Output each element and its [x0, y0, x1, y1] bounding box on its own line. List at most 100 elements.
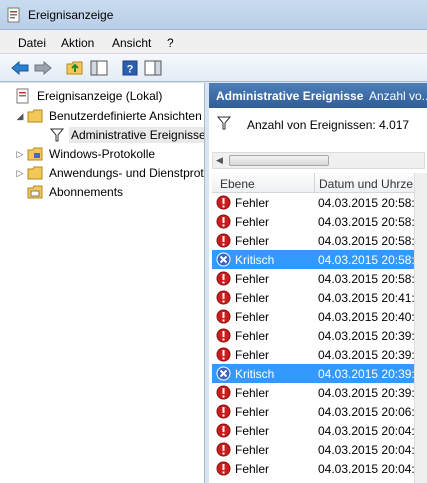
expand-triangle-icon[interactable]: ▷ [14, 168, 26, 179]
table-row[interactable]: Fehler 04.03.2015 20:58:1 [212, 269, 422, 288]
error-icon [216, 347, 231, 362]
error-icon [216, 423, 231, 438]
grid-header: Ebene Datum und Uhrze [212, 173, 427, 193]
event-datetime: 04.03.2015 20:04:3 [318, 424, 422, 438]
event-datetime: 04.03.2015 20:04:3 [318, 443, 422, 457]
tree-label: Benutzerdefinierte Ansichten [49, 109, 202, 123]
tree-item-subscriptions[interactable]: Abonnements [14, 183, 125, 201]
event-level: Fehler [235, 386, 270, 400]
folder-icon [26, 146, 44, 162]
subscriptions-icon [26, 184, 44, 200]
event-level: Kritisch [235, 367, 275, 381]
scroll-left-icon[interactable]: ◀ [216, 155, 223, 166]
event-level: Kritisch [235, 253, 275, 267]
event-level: Fehler [235, 215, 270, 229]
menu-bar: Datei Aktion Ansicht ? [0, 30, 427, 54]
table-row[interactable]: Kritisch 04.03.2015 20:39:4 [212, 364, 422, 383]
error-icon [216, 233, 231, 248]
error-icon [216, 309, 231, 324]
tree-item-app-service-logs[interactable]: ▷ Anwendungs- und Dienstprotokolle [14, 164, 204, 182]
tree-item-root[interactable]: Ereignisanzeige (Lokal) [2, 87, 164, 105]
back-arrow-icon[interactable] [10, 58, 30, 78]
event-level: Fehler [235, 329, 270, 343]
event-level: Fehler [235, 424, 270, 438]
expand-triangle-icon[interactable]: ▷ [14, 149, 26, 160]
table-row[interactable]: Fehler 04.03.2015 20:40:0 [212, 307, 422, 326]
tree-label: Ereignisanzeige (Lokal) [37, 89, 163, 103]
forward-arrow-icon[interactable] [33, 58, 53, 78]
table-row[interactable]: Fehler 04.03.2015 20:39:5 [212, 326, 422, 345]
tree-label: Abonnements [49, 185, 124, 199]
event-datetime: 04.03.2015 20:58:0 [318, 234, 422, 248]
event-grid: Fehler 04.03.2015 20:58:1 Fehler 04.03.2015… [212, 193, 427, 483]
vertical-scrollbar[interactable] [414, 173, 427, 483]
table-row[interactable]: Kritisch 04.03.2015 20:58:0 [212, 250, 422, 269]
event-level: Fehler [235, 310, 270, 324]
event-datetime: 04.03.2015 20:58:0 [318, 253, 422, 267]
folder-icon [26, 108, 44, 124]
event-datetime: 04.03.2015 20:58:1 [318, 196, 422, 210]
tree-label: Anwendungs- und Dienstprotokolle [49, 166, 204, 180]
event-viewer-icon [7, 7, 20, 23]
error-icon [216, 195, 231, 210]
tree-item-admin-events[interactable]: Administrative Ereignisse [36, 126, 204, 144]
tree-item-windows-logs[interactable]: ▷ Windows-Protokolle [14, 145, 157, 163]
event-list-pane: Administrative Ereignisse Anzahl vo... A… [209, 83, 427, 483]
event-level: Fehler [235, 196, 270, 210]
error-icon [216, 214, 231, 229]
event-datetime: 04.03.2015 20:58:1 [318, 215, 422, 229]
event-datetime: 04.03.2015 20:04:2 [318, 462, 422, 476]
pane-subtitle: Anzahl vo... [369, 89, 427, 103]
tree-item-custom-views[interactable]: ◢ Benutzerdefinierte Ansichten [14, 107, 204, 125]
pane-title: Administrative Ereignisse [216, 89, 364, 103]
error-icon [216, 385, 231, 400]
table-row[interactable]: Fehler 04.03.2015 20:39:5 [212, 345, 422, 364]
collapse-triangle-icon[interactable]: ◢ [14, 111, 26, 122]
scrollbar-thumb[interactable] [229, 155, 329, 166]
up-folder-icon[interactable] [65, 58, 85, 78]
event-level: Fehler [235, 234, 270, 248]
critical-icon [216, 366, 231, 381]
event-datetime: 04.03.2015 20:06:2 [318, 405, 422, 419]
table-row[interactable]: Fehler 04.03.2015 20:04:2 [212, 459, 422, 478]
table-row[interactable]: Fehler 04.03.2015 20:41:5 [212, 288, 422, 307]
show-hide-action-icon[interactable] [143, 58, 163, 78]
column-header-datetime[interactable]: Datum und Uhrze [319, 177, 413, 191]
table-row[interactable]: Fehler 04.03.2015 20:58:1 [212, 193, 422, 212]
error-icon [216, 461, 231, 476]
table-row[interactable]: Fehler 04.03.2015 20:58:0 [212, 231, 422, 250]
event-level: Fehler [235, 462, 270, 476]
menu-action[interactable]: Aktion [61, 36, 94, 50]
table-row[interactable]: Fehler 04.03.2015 20:39:5 [212, 383, 422, 402]
horizontal-scrollbar[interactable]: ◀ [212, 152, 425, 169]
event-level: Fehler [235, 405, 270, 419]
navigation-tree: Ereignisanzeige (Lokal) ◢ Benutzerdefini… [0, 83, 205, 483]
svg-text:?: ? [127, 64, 134, 76]
menu-view[interactable]: Ansicht [112, 36, 151, 50]
table-row[interactable]: Fehler 04.03.2015 20:04:3 [212, 440, 422, 459]
table-row[interactable]: Fehler 04.03.2015 20:04:3 [212, 421, 422, 440]
event-level: Fehler [235, 348, 270, 362]
error-icon [216, 271, 231, 286]
error-icon [216, 290, 231, 305]
column-header-level[interactable]: Ebene [220, 177, 255, 191]
error-icon [216, 442, 231, 457]
folder-icon [26, 165, 44, 181]
filter-bar: Anzahl von Ereignissen: 4.017 [209, 108, 427, 138]
table-row[interactable]: Fehler 04.03.2015 20:06:2 [212, 402, 422, 421]
filter-icon [217, 116, 231, 130]
event-datetime: 04.03.2015 20:39:5 [318, 348, 422, 362]
error-icon [216, 404, 231, 419]
help-icon[interactable]: ? [120, 58, 140, 78]
table-row[interactable]: Fehler 04.03.2015 20:58:1 [212, 212, 422, 231]
menu-help[interactable]: ? [167, 36, 174, 50]
show-hide-tree-icon[interactable] [89, 58, 109, 78]
menu-file[interactable]: Datei [18, 36, 46, 50]
window-title: Ereignisanzeige [28, 8, 114, 22]
event-count: Anzahl von Ereignissen: 4.017 [247, 118, 410, 132]
event-datetime: 04.03.2015 20:39:5 [318, 386, 422, 400]
event-datetime: 04.03.2015 20:39:4 [318, 367, 422, 381]
pane-header: Administrative Ereignisse Anzahl vo... [209, 83, 427, 108]
event-level: Fehler [235, 291, 270, 305]
title-bar: Ereignisanzeige [0, 0, 427, 30]
